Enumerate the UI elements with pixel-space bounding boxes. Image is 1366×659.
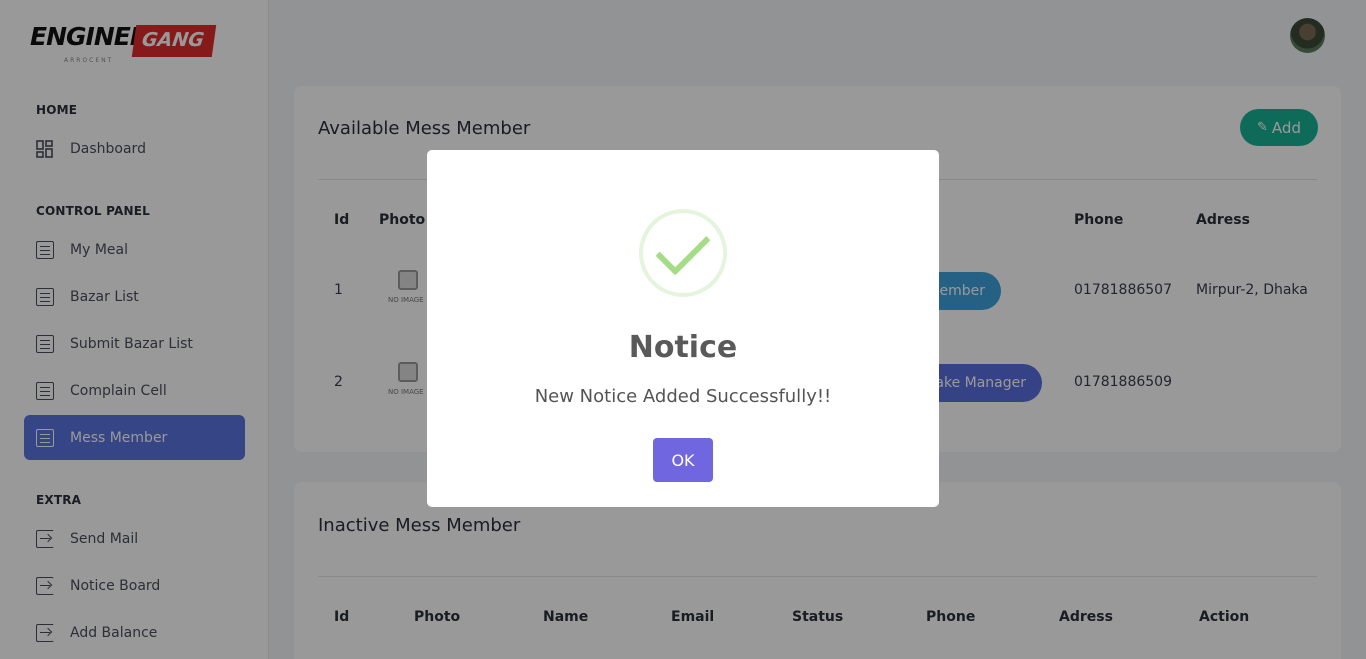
ok-button[interactable]: OK	[653, 438, 713, 482]
dialog-title: Notice	[628, 330, 738, 365]
notice-dialog: Notice New Notice Added Successfully!! O…	[427, 150, 939, 507]
dialog-message: New Notice Added Successfully!!	[534, 386, 832, 407]
success-check-icon	[639, 209, 727, 297]
modal-overlay[interactable]: Notice New Notice Added Successfully!! O…	[0, 0, 1366, 659]
